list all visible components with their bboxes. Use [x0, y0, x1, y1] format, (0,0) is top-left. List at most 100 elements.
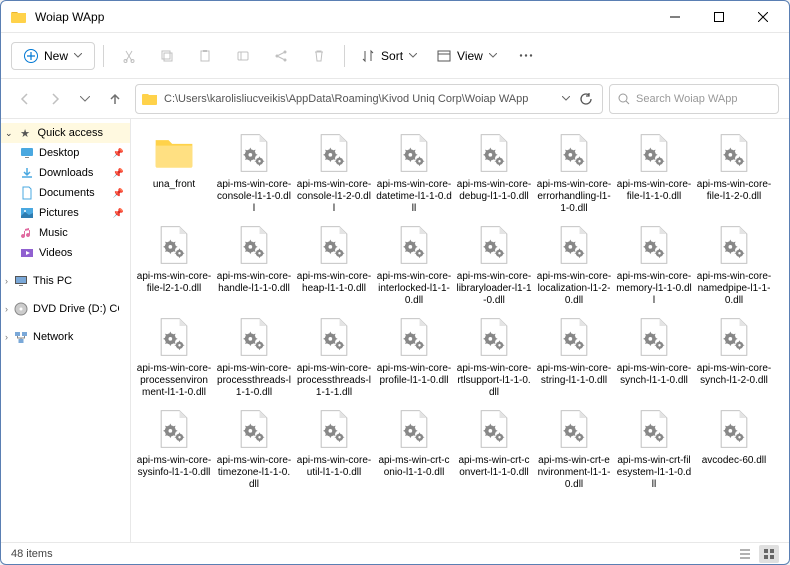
- sidebar-videos[interactable]: Videos: [1, 243, 130, 263]
- app-icon: [11, 9, 27, 25]
- dll-icon: [230, 221, 278, 269]
- sidebar-pictures[interactable]: Pictures 📌: [1, 203, 130, 223]
- file-name: api-ms-win-core-errorhandling-l1-1-0.dll: [536, 179, 612, 215]
- file-name: api-ms-win-core-processenvironment-l1-1-…: [136, 363, 212, 399]
- file-item[interactable]: api-ms-win-core-debug-l1-1-0.dll: [455, 127, 533, 217]
- file-name: api-ms-win-core-memory-l1-1-0.dll: [616, 271, 692, 307]
- file-item[interactable]: api-ms-win-core-libraryloader-l1-1-0.dll: [455, 219, 533, 309]
- address-path[interactable]: C:\Users\karolisliucveikis\AppData\Roami…: [135, 84, 603, 114]
- file-item[interactable]: api-ms-win-core-string-l1-1-0.dll: [535, 311, 613, 401]
- recent-button[interactable]: [71, 85, 99, 113]
- sidebar-dvd[interactable]: › DVD Drive (D:) CCCC: [1, 299, 130, 319]
- more-button[interactable]: [509, 41, 543, 71]
- file-item[interactable]: api-ms-win-core-namedpipe-l1-1-0.dll: [695, 219, 773, 309]
- toolbar: New Sort View: [1, 33, 789, 79]
- file-name: api-ms-win-core-libraryloader-l1-1-0.dll: [456, 271, 532, 307]
- file-item[interactable]: api-ms-win-core-datetime-l1-1-0.dll: [375, 127, 453, 217]
- back-button[interactable]: [11, 85, 39, 113]
- file-item[interactable]: api-ms-win-core-console-l1-2-0.dll: [295, 127, 373, 217]
- file-name: api-ms-win-core-timezone-l1-1-0.dll: [216, 455, 292, 491]
- file-item[interactable]: api-ms-win-crt-conio-l1-1-0.dll: [375, 403, 453, 493]
- file-item[interactable]: api-ms-win-core-processthreads-l1-1-0.dl…: [215, 311, 293, 401]
- file-name: api-ms-win-core-file-l1-1-0.dll: [616, 179, 692, 203]
- dll-icon: [550, 129, 598, 177]
- icons-view-button[interactable]: [759, 545, 779, 563]
- pin-icon: 📌: [113, 188, 124, 199]
- file-name: api-ms-win-core-processthreads-l1-1-0.dl…: [216, 363, 292, 399]
- sort-button[interactable]: Sort: [353, 41, 425, 71]
- file-item[interactable]: api-ms-win-core-timezone-l1-1-0.dll: [215, 403, 293, 493]
- minimize-button[interactable]: [653, 2, 697, 32]
- dll-icon: [630, 221, 678, 269]
- file-item[interactable]: api-ms-win-core-profile-l1-1-0.dll: [375, 311, 453, 401]
- file-item[interactable]: api-ms-win-core-synch-l1-1-0.dll: [615, 311, 693, 401]
- sidebar-downloads[interactable]: Downloads 📌: [1, 163, 130, 183]
- refresh-button[interactable]: [576, 92, 596, 106]
- dll-icon: [150, 313, 198, 361]
- file-name: api-ms-win-core-profile-l1-1-0.dll: [376, 363, 452, 387]
- file-item[interactable]: api-ms-win-core-util-l1-1-0.dll: [295, 403, 373, 493]
- file-item[interactable]: api-ms-win-crt-filesystem-l1-1-0.dll: [615, 403, 693, 493]
- file-view[interactable]: una_front api-ms-win-core-console-l1-1-0…: [131, 119, 789, 542]
- file-item[interactable]: api-ms-win-core-file-l2-1-0.dll: [135, 219, 213, 309]
- file-name: api-ms-win-crt-conio-l1-1-0.dll: [376, 455, 452, 479]
- file-item[interactable]: api-ms-win-core-processenvironment-l1-1-…: [135, 311, 213, 401]
- file-item[interactable]: api-ms-win-core-file-l1-1-0.dll: [615, 127, 693, 217]
- videos-icon: [19, 246, 34, 261]
- maximize-button[interactable]: [697, 2, 741, 32]
- sidebar-documents[interactable]: Documents 📌: [1, 183, 130, 203]
- file-item[interactable]: api-ms-win-core-rtlsupport-l1-1-0.dll: [455, 311, 533, 401]
- file-item[interactable]: api-ms-win-core-synch-l1-2-0.dll: [695, 311, 773, 401]
- delete-button[interactable]: [302, 41, 336, 71]
- sidebar-network[interactable]: › Network: [1, 327, 130, 347]
- network-icon: [13, 330, 28, 345]
- paste-button[interactable]: [188, 41, 222, 71]
- details-view-button[interactable]: [735, 545, 755, 563]
- file-item[interactable]: api-ms-win-core-handle-l1-1-0.dll: [215, 219, 293, 309]
- sidebar-music[interactable]: Music: [1, 223, 130, 243]
- path-text: C:\Users\karolisliucveikis\AppData\Roami…: [164, 93, 556, 105]
- forward-button[interactable]: [41, 85, 69, 113]
- sidebar-desktop[interactable]: Desktop 📌: [1, 143, 130, 163]
- file-item[interactable]: api-ms-win-core-processthreads-l1-1-1.dl…: [295, 311, 373, 401]
- file-name: api-ms-win-core-string-l1-1-0.dll: [536, 363, 612, 387]
- search-box[interactable]: Search Woiap WApp: [609, 84, 779, 114]
- view-button[interactable]: View: [429, 41, 505, 71]
- file-item[interactable]: api-ms-win-crt-convert-l1-1-0.dll: [455, 403, 533, 493]
- file-item[interactable]: api-ms-win-core-file-l1-2-0.dll: [695, 127, 773, 217]
- file-item[interactable]: api-ms-win-core-localization-l1-2-0.dll: [535, 219, 613, 309]
- folder-item[interactable]: una_front: [135, 127, 213, 217]
- dll-icon: [310, 313, 358, 361]
- file-name: una_front: [136, 179, 212, 191]
- sidebar-quick-access[interactable]: ⌄ ★ Quick access: [1, 123, 130, 143]
- dll-icon: [310, 405, 358, 453]
- file-item[interactable]: api-ms-win-core-console-l1-1-0.dll: [215, 127, 293, 217]
- file-item[interactable]: api-ms-win-crt-environment-l1-1-0.dll: [535, 403, 613, 493]
- close-button[interactable]: [741, 2, 785, 32]
- explorer-window: Woiap WApp New Sort View: [0, 0, 790, 565]
- address-bar: C:\Users\karolisliucveikis\AppData\Roami…: [1, 79, 789, 119]
- cut-button[interactable]: [112, 41, 146, 71]
- file-name: api-ms-win-core-heap-l1-1-0.dll: [296, 271, 372, 295]
- file-name: api-ms-win-crt-convert-l1-1-0.dll: [456, 455, 532, 479]
- desktop-icon: [19, 146, 34, 161]
- pin-icon: 📌: [113, 168, 124, 179]
- up-button[interactable]: [101, 85, 129, 113]
- file-item[interactable]: api-ms-win-core-sysinfo-l1-1-0.dll: [135, 403, 213, 493]
- chevron-icon: ›: [5, 304, 8, 314]
- item-count: 48 items: [11, 548, 53, 560]
- file-item[interactable]: avcodec-60.dll: [695, 403, 773, 493]
- rename-button[interactable]: [226, 41, 260, 71]
- pc-icon: [13, 274, 28, 289]
- file-item[interactable]: api-ms-win-core-heap-l1-1-0.dll: [295, 219, 373, 309]
- copy-button[interactable]: [150, 41, 184, 71]
- music-icon: [19, 226, 34, 241]
- file-name: api-ms-win-core-processthreads-l1-1-1.dl…: [296, 363, 372, 399]
- sidebar-this-pc[interactable]: › This PC: [1, 271, 130, 291]
- new-button[interactable]: New: [11, 42, 95, 70]
- file-item[interactable]: api-ms-win-core-interlocked-l1-1-0.dll: [375, 219, 453, 309]
- file-item[interactable]: api-ms-win-core-errorhandling-l1-1-0.dll: [535, 127, 613, 217]
- file-item[interactable]: api-ms-win-core-memory-l1-1-0.dll: [615, 219, 693, 309]
- share-button[interactable]: [264, 41, 298, 71]
- dll-icon: [550, 313, 598, 361]
